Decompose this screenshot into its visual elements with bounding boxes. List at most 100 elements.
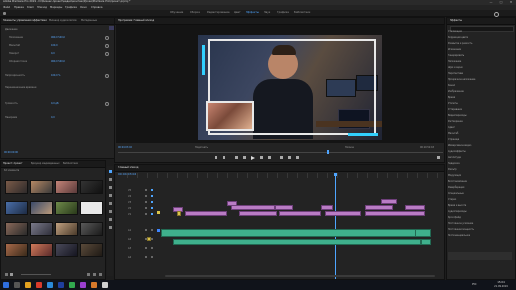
prop-value[interactable]: 0,0 дБ bbox=[51, 102, 59, 105]
go-to-in-icon[interactable] bbox=[235, 156, 238, 159]
media-thumbnail[interactable] bbox=[5, 201, 28, 215]
settings-icon[interactable] bbox=[437, 156, 440, 159]
clock-time[interactable]: 15:04 bbox=[490, 281, 512, 284]
effects-list-item[interactable]: Наложение bbox=[448, 60, 461, 63]
video-clip[interactable] bbox=[365, 211, 425, 216]
effects-list-item[interactable]: Масштаб bbox=[448, 132, 458, 135]
telegram-icon[interactable] bbox=[47, 282, 53, 288]
media-thumbnail[interactable] bbox=[80, 180, 103, 194]
media-thumbnail[interactable] bbox=[30, 222, 53, 236]
track-label-v4[interactable]: V4 bbox=[128, 195, 131, 198]
effects-list-item[interactable]: Изображение bbox=[448, 90, 464, 93]
media-thumbnail[interactable] bbox=[80, 243, 103, 257]
zoom-slider[interactable] bbox=[21, 274, 51, 275]
stopwatch-icon[interactable] bbox=[105, 36, 109, 40]
prop-value[interactable]: 960,0 540,0 bbox=[51, 60, 65, 63]
effects-list-item[interactable]: Иммерсивное видео bbox=[448, 144, 471, 147]
step-back-icon[interactable] bbox=[243, 156, 246, 159]
video-clip[interactable] bbox=[279, 211, 321, 216]
effects-list-item[interactable]: Видеопереходы bbox=[448, 114, 467, 117]
effect-controls-timecode[interactable]: 00:00:00:00 bbox=[4, 151, 18, 154]
stopwatch-icon[interactable] bbox=[105, 102, 109, 106]
track-label-v1[interactable]: V1 bbox=[128, 213, 131, 216]
tab-sequence[interactable]: Главный эпизод bbox=[118, 165, 138, 171]
track-mute-icon[interactable] bbox=[145, 229, 147, 259]
media-thumbnail[interactable] bbox=[55, 222, 78, 236]
media-thumbnail[interactable] bbox=[5, 180, 28, 194]
audio-marker[interactable] bbox=[147, 237, 151, 241]
media-thumbnail[interactable] bbox=[30, 180, 53, 194]
workspace-learning[interactable]: Обучение bbox=[170, 10, 183, 16]
app-icon[interactable] bbox=[69, 282, 75, 288]
workspace-assembly[interactable]: Сборка bbox=[190, 10, 200, 16]
track-label-v3[interactable]: V3 bbox=[128, 201, 131, 204]
track-target-icon[interactable] bbox=[157, 229, 160, 232]
media-thumbnail[interactable] bbox=[30, 201, 53, 215]
effects-list-item[interactable]: Постоянное усиление bbox=[448, 222, 473, 225]
effects-list-item[interactable]: Время и высота bbox=[448, 204, 466, 207]
workspace-editing[interactable]: Редактирование bbox=[207, 10, 230, 16]
start-icon[interactable] bbox=[3, 282, 9, 288]
new-item-icon[interactable] bbox=[93, 273, 96, 276]
razor-tool-icon[interactable] bbox=[108, 194, 112, 197]
program-playhead[interactable] bbox=[327, 150, 329, 154]
app-icon[interactable] bbox=[102, 282, 108, 288]
media-thumbnail[interactable] bbox=[80, 201, 103, 215]
new-bin-icon[interactable] bbox=[87, 273, 90, 276]
effects-list-item[interactable]: Устаревшие bbox=[448, 108, 462, 111]
selection-tool-icon[interactable] bbox=[108, 170, 112, 173]
quality-dropdown[interactable]: Полное bbox=[345, 146, 354, 149]
app-icon[interactable] bbox=[80, 282, 86, 288]
tab-program[interactable]: Программа: Главный эпизод bbox=[118, 18, 154, 24]
stopwatch-icon[interactable] bbox=[105, 44, 109, 48]
prop-value[interactable]: 100,0 % bbox=[51, 74, 61, 77]
media-thumbnail[interactable] bbox=[55, 201, 78, 215]
media-thumbnail[interactable] bbox=[55, 180, 78, 194]
stopwatch-icon[interactable] bbox=[105, 74, 109, 78]
slip-tool-icon[interactable] bbox=[108, 202, 112, 205]
lift-icon[interactable] bbox=[280, 156, 283, 159]
effects-list-item[interactable]: Генерировать bbox=[448, 54, 464, 57]
effects-list-item[interactable]: Постоянная мощность bbox=[448, 228, 474, 231]
video-clip[interactable] bbox=[405, 205, 425, 210]
effects-list-item[interactable]: Специальные bbox=[448, 192, 464, 195]
workspace-graphics[interactable]: Графика bbox=[277, 10, 289, 16]
fit-dropdown[interactable]: Подогнать bbox=[195, 146, 208, 149]
track-solo-icon[interactable] bbox=[151, 229, 153, 259]
audio-clip[interactable] bbox=[421, 239, 431, 245]
ripple-edit-tool-icon[interactable] bbox=[108, 186, 112, 189]
track-select-tool-icon[interactable] bbox=[108, 178, 112, 181]
effects-list-item[interactable]: Коррекция цвета bbox=[448, 36, 468, 39]
video-clip[interactable] bbox=[365, 205, 393, 210]
effects-list-item[interactable]: Сдвиг bbox=[448, 126, 455, 129]
browser-icon[interactable] bbox=[36, 282, 42, 288]
hand-tool-icon[interactable] bbox=[108, 218, 112, 221]
media-thumbnail[interactable] bbox=[5, 222, 28, 236]
premiere-icon[interactable] bbox=[58, 282, 64, 288]
track-label-a3[interactable]: A3 bbox=[128, 247, 131, 250]
video-clip[interactable] bbox=[231, 205, 275, 210]
tab-metadata[interactable]: Метаданные bbox=[81, 18, 97, 24]
tab-effects[interactable]: Эффекты bbox=[450, 18, 462, 24]
track-label-a4[interactable]: A4 bbox=[128, 256, 131, 259]
list-view-icon[interactable] bbox=[5, 273, 8, 276]
video-clip[interactable] bbox=[381, 199, 397, 204]
effects-list-item[interactable]: Аудиоэффекты bbox=[448, 150, 466, 153]
tab-audio-clip-mixer[interactable]: Микшер аудиоклипов bbox=[49, 18, 77, 24]
effects-list-item[interactable]: Время bbox=[448, 96, 455, 99]
video-clip[interactable] bbox=[185, 211, 227, 216]
explorer-icon[interactable] bbox=[25, 282, 31, 288]
tab-project[interactable]: Проект: проект bbox=[3, 161, 23, 167]
program-viewer[interactable] bbox=[116, 25, 445, 143]
effects-list-item[interactable]: Растворение bbox=[448, 120, 463, 123]
track-label-a2[interactable]: A2 bbox=[128, 238, 131, 241]
type-tool-icon[interactable] bbox=[108, 226, 112, 229]
pen-tool-icon[interactable] bbox=[108, 210, 112, 213]
mark-out-icon[interactable] bbox=[223, 156, 225, 159]
video-clip[interactable] bbox=[325, 211, 361, 216]
icon-view-icon[interactable] bbox=[10, 273, 13, 276]
app-icon[interactable] bbox=[91, 282, 97, 288]
go-to-out-icon[interactable] bbox=[268, 156, 271, 159]
scrub-bar[interactable] bbox=[118, 152, 443, 153]
track-label-v5[interactable]: V5 bbox=[128, 189, 131, 192]
